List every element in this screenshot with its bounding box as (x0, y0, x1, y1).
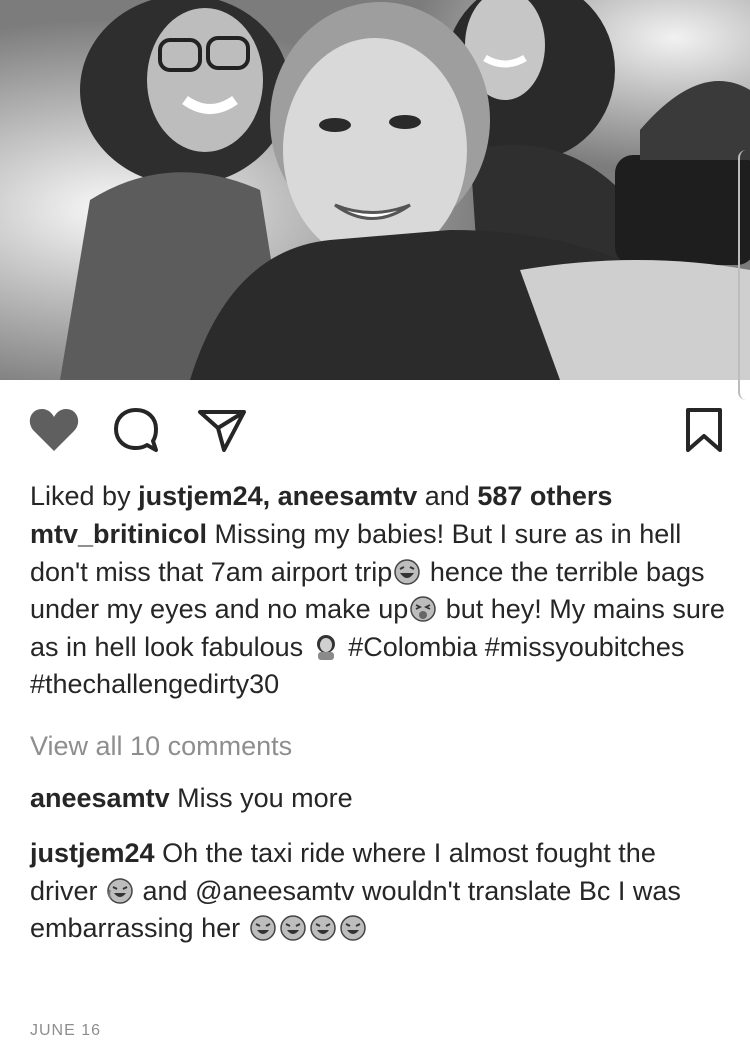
likes-prefix: Liked by (30, 481, 139, 511)
caption-username[interactable]: mtv_britinicol (30, 519, 207, 549)
post-details: Liked by justjem24, aneesamtv and 587 ot… (30, 478, 730, 948)
comment-bubble-icon[interactable] (112, 406, 164, 461)
comment-item: aneesamtv Miss you more (30, 780, 730, 818)
liker-username[interactable]: justjem24 (138, 481, 263, 511)
liker-username[interactable]: aneesamtv (278, 481, 418, 511)
likes-and: and (417, 481, 478, 511)
comment-item: justjem24 Oh the taxi ride where I almos… (30, 835, 730, 948)
heart-icon[interactable] (28, 406, 80, 459)
likes-summary: Liked by justjem24, aneesamtv and 587 ot… (30, 478, 730, 514)
bookmark-icon[interactable] (684, 406, 724, 461)
crying-laughing-emoji-icon (339, 914, 366, 941)
crying-laughing-emoji-icon (309, 914, 336, 941)
post-caption: mtv_britinicol Missing my babies! But I … (30, 516, 730, 704)
comment-username[interactable]: aneesamtv (30, 783, 170, 813)
likes-separator: , (262, 481, 278, 511)
woman-gesturing-emoji-icon (313, 633, 339, 660)
paper-plane-icon[interactable] (196, 406, 248, 461)
tongue-wink-emoji-icon (410, 595, 436, 622)
post-date: JUNE 16 (30, 1022, 102, 1039)
action-bar (0, 400, 750, 460)
comment-text: Miss you more (169, 782, 353, 813)
view-all-comments-link[interactable]: View all 10 comments (30, 728, 730, 764)
crying-laughing-emoji-icon (279, 914, 306, 941)
crying-laughing-emoji-icon (107, 877, 133, 904)
selfie-image (0, 0, 750, 380)
laughing-emoji-icon (394, 558, 421, 585)
crying-laughing-emoji-icon (249, 914, 276, 941)
comment-username[interactable]: justjem24 (30, 838, 155, 868)
likes-others-link[interactable]: 587 others (477, 481, 612, 511)
scrollbar[interactable] (738, 150, 750, 400)
post-photo[interactable] (0, 0, 750, 380)
